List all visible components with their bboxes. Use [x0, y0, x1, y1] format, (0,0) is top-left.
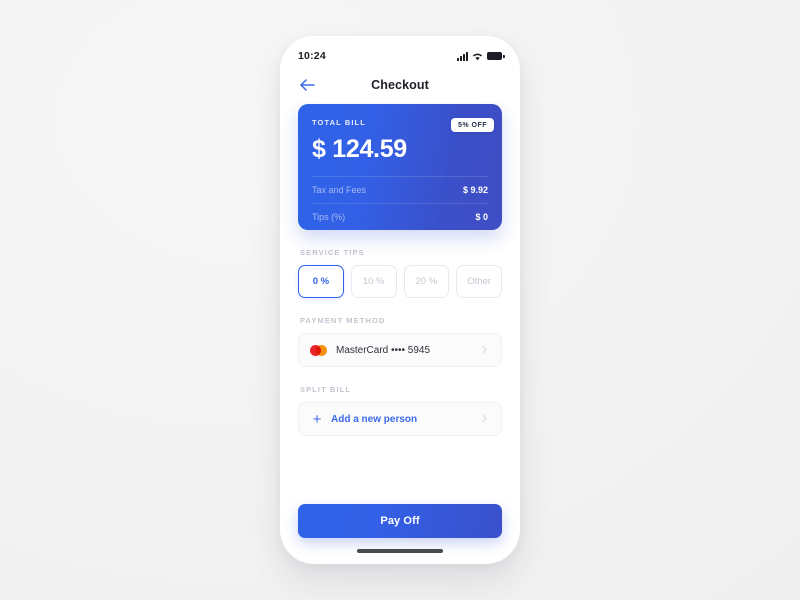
payment-method-row[interactable]: MasterCard •••• 5945: [298, 333, 502, 367]
payment-method-label: PAYMENT METHOD: [300, 316, 386, 325]
chevron-right-icon: [482, 410, 490, 428]
home-indicator-area: [280, 538, 520, 564]
service-tips-group: 0 % 10 % 20 % Other: [298, 265, 502, 298]
total-bill-label: TOTAL BILL: [312, 118, 366, 127]
battery-icon: [487, 52, 505, 60]
back-arrow-icon[interactable]: [296, 74, 318, 96]
bill-row-tips: Tips (%) $ 0: [312, 203, 488, 230]
cellular-signal-icon: [457, 51, 468, 61]
bill-card-header: TOTAL BILL 5% OFF: [312, 118, 494, 132]
plus-icon: +: [312, 410, 322, 428]
payment-method-text: MasterCard •••• 5945: [336, 344, 431, 356]
wifi-icon: [472, 52, 483, 61]
status-icons: [457, 51, 505, 61]
nav-bar: Checkout: [280, 68, 520, 102]
pay-off-button[interactable]: Pay Off: [298, 504, 502, 538]
tip-option-20[interactable]: 20 %: [403, 265, 450, 298]
bill-row-tips-value: $ 0: [475, 212, 488, 222]
screenshot-canvas: 10:24 Checkout TOTAL BILL 5% OFF $ 124.5…: [0, 0, 800, 600]
bill-row-tax-label: Tax and Fees: [312, 185, 367, 195]
phone-frame: 10:24 Checkout TOTAL BILL 5% OFF $ 124.5…: [280, 36, 520, 564]
tip-option-10[interactable]: 10 %: [350, 265, 397, 298]
footer: Pay Off: [280, 498, 520, 538]
status-bar: 10:24: [280, 36, 520, 68]
content-area: TOTAL BILL 5% OFF $ 124.59 Tax and Fees …: [280, 102, 520, 498]
bill-row-tax-value: $ 9.92: [462, 185, 488, 195]
total-bill-card: TOTAL BILL 5% OFF $ 124.59 Tax and Fees …: [298, 104, 502, 230]
total-bill-amount: $ 124.59: [312, 135, 407, 163]
add-person-row[interactable]: + Add a new person: [298, 402, 502, 436]
service-tips-label: SERVICE TIPS: [300, 248, 365, 257]
home-indicator: [357, 549, 443, 553]
add-person-text: Add a new person: [331, 413, 418, 425]
status-time: 10:24: [298, 50, 326, 62]
mastercard-icon: [310, 344, 327, 356]
tip-option-other[interactable]: Other: [456, 265, 502, 298]
discount-badge: 5% OFF: [450, 118, 494, 132]
bill-row-tax: Tax and Fees $ 9.92: [312, 176, 488, 203]
chevron-right-icon: [482, 341, 490, 359]
split-bill-label: SPLIT BILL: [300, 385, 351, 394]
tip-option-0[interactable]: 0 %: [298, 265, 344, 298]
bill-row-tips-label: Tips (%): [312, 212, 346, 222]
